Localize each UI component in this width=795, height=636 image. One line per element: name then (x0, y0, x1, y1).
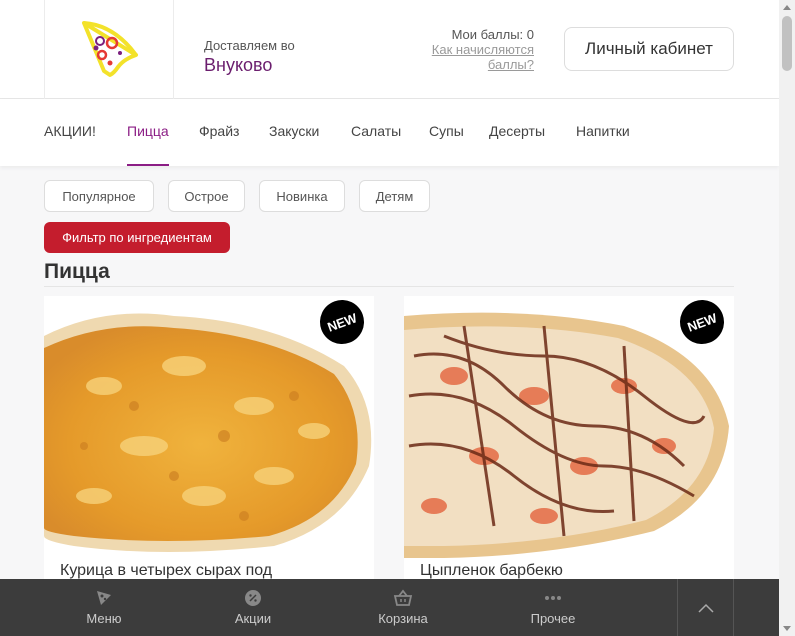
chip-spicy[interactable]: Острое (168, 180, 245, 212)
header: Доставляем во Внуково Мои баллы: 0 Как н… (0, 0, 779, 99)
chip-kids[interactable]: Детям (359, 180, 430, 212)
more-dots-icon (545, 596, 561, 600)
scroll-up-arrow-icon[interactable] (783, 5, 791, 10)
pizza-slice-logo-icon (82, 20, 138, 77)
chip-new[interactable]: Новинка (259, 180, 345, 212)
section-divider (44, 286, 734, 287)
nav-item-promo[interactable]: АКЦИИ! (44, 99, 96, 166)
product-card[interactable]: NEW Цыпленок барбекю (404, 296, 734, 586)
category-nav: АКЦИИ! Пицца Фрайз Закуски Салаты Супы Д… (0, 99, 779, 166)
bottom-nav-more[interactable]: Прочее (503, 579, 603, 636)
delivery-label: Доставляем во (204, 38, 295, 53)
chevron-up-icon (697, 603, 714, 613)
scroll-down-arrow-icon[interactable] (783, 626, 791, 631)
bottom-nav-promos[interactable]: Акции (203, 579, 303, 636)
nav-item-fries[interactable]: Фрайз (199, 99, 239, 166)
scroll-to-top-button[interactable] (677, 579, 734, 636)
discount-icon (245, 590, 261, 606)
product-title[interactable]: Курица в четырех сырах под (60, 562, 272, 580)
points-info: Мои баллы: 0 Как начисляются баллы? (414, 27, 534, 72)
scroll-thumb[interactable] (782, 16, 792, 71)
delivery-city[interactable]: Внуково (204, 55, 295, 76)
basket-icon (393, 589, 413, 606)
nav-item-pizza[interactable]: Пицца (127, 99, 169, 166)
bottom-nav-menu[interactable]: Меню (54, 579, 154, 636)
account-button[interactable]: Личный кабинет (564, 27, 734, 71)
scrollbar[interactable] (779, 0, 795, 636)
bottom-nav-label: Корзина (378, 611, 428, 626)
product-title[interactable]: Цыпленок барбекю (420, 562, 563, 580)
nav-item-salads[interactable]: Салаты (351, 99, 401, 166)
logo[interactable] (44, 0, 174, 99)
chip-popular[interactable]: Популярное (44, 180, 154, 212)
points-help-link[interactable]: Как начисляются баллы? (414, 42, 534, 72)
pizza-icon (97, 591, 111, 605)
section-title: Пицца (44, 260, 110, 283)
nav-item-desserts[interactable]: Десерты (489, 99, 545, 166)
ingredient-filter-button[interactable]: Фильтр по ингредиентам (44, 222, 230, 253)
product-card[interactable]: NEW Курица в четырех сырах под (44, 296, 374, 586)
nav-item-snacks[interactable]: Закуски (269, 99, 319, 166)
bottom-nav-label: Меню (86, 611, 122, 626)
bottom-navigation: Меню Акции Корзина Прочее (0, 579, 779, 636)
delivery-info[interactable]: Доставляем во Внуково (204, 38, 295, 76)
nav-item-soups[interactable]: Супы (429, 99, 464, 166)
bottom-nav-cart[interactable]: Корзина (353, 579, 453, 636)
points-label: Мои баллы: 0 (451, 27, 534, 42)
bottom-nav-label: Прочее (530, 611, 576, 626)
bottom-nav-label: Акции (234, 611, 272, 626)
nav-item-drinks[interactable]: Напитки (576, 99, 630, 166)
